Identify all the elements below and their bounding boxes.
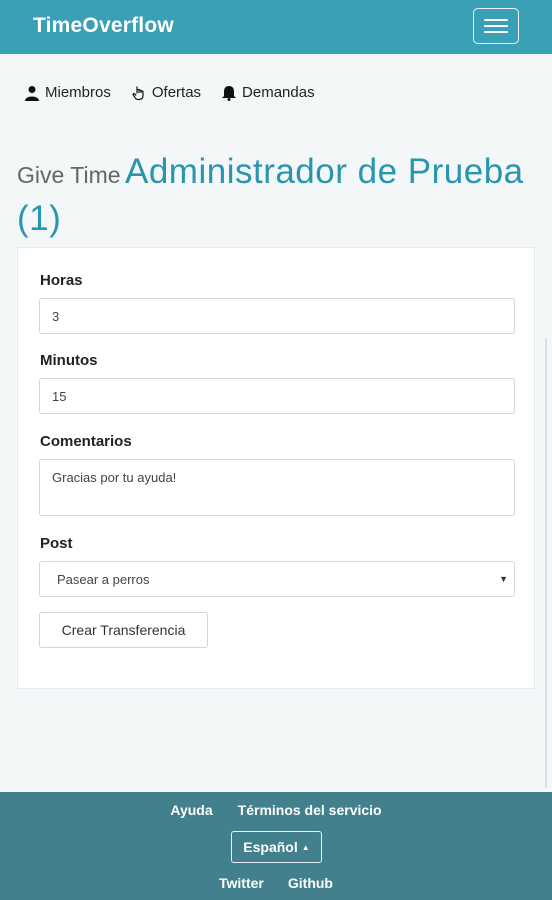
create-transfer-button[interactable]: Crear Transferencia — [39, 612, 208, 648]
page-title-prefix: Give Time — [17, 162, 121, 188]
twitter-link[interactable]: Twitter — [219, 875, 264, 891]
footer-links: Ayuda Términos del servicio — [0, 802, 552, 818]
hours-input[interactable]: 3 — [39, 298, 515, 334]
comments-textarea[interactable]: Gracias por tu ayuda! — [39, 459, 515, 516]
comments-label: Comentarios — [40, 433, 132, 450]
footer-social-links: Twitter Github — [0, 875, 552, 891]
nav-offers-link[interactable]: Ofertas — [131, 84, 201, 101]
brand-logo[interactable]: TimeOverflow — [33, 14, 174, 38]
select-arrow-icon: ▼ — [499, 574, 508, 584]
nav-members-label: Miembros — [45, 84, 111, 101]
nav-demands-label: Demandas — [242, 84, 315, 101]
footer: Ayuda Términos del servicio Español ▲ Tw… — [0, 792, 552, 900]
nav-members-link[interactable]: Miembros — [24, 84, 111, 101]
top-navbar: TimeOverflow — [0, 0, 552, 54]
post-label: Post — [40, 535, 73, 552]
github-link[interactable]: Github — [288, 875, 333, 891]
language-dropdown-button[interactable]: Español ▲ — [231, 831, 322, 863]
language-label: Español — [243, 839, 298, 855]
hours-label: Horas — [40, 272, 83, 289]
hamburger-menu-icon[interactable] — [473, 8, 519, 44]
section-nav: Miembros Ofertas Demandas — [24, 84, 315, 101]
help-link[interactable]: Ayuda — [170, 802, 212, 818]
hours-value: 3 — [52, 308, 60, 324]
minutes-input[interactable]: 15 — [39, 378, 515, 414]
minutes-label: Minutos — [40, 352, 98, 369]
bell-icon — [222, 85, 237, 101]
terms-link[interactable]: Términos del servicio — [238, 802, 382, 818]
post-selected-value: Pasear a perros — [57, 571, 150, 587]
nav-demands-link[interactable]: Demandas — [221, 84, 315, 101]
hand-pointer-icon — [132, 86, 144, 100]
caret-up-icon: ▲ — [301, 842, 310, 852]
nav-offers-label: Ofertas — [151, 84, 202, 101]
comments-value: Gracias por tu ayuda! — [52, 470, 177, 485]
transfer-form: Horas 3 Minutos 15 Comentarios Gracias p… — [17, 247, 535, 689]
post-select[interactable]: Pasear a perros ▼ — [39, 561, 515, 597]
minutes-value: 15 — [52, 388, 67, 404]
user-icon — [25, 85, 39, 101]
page-title: Give Time Administrador de Prueba (1) — [17, 152, 532, 246]
scrollbar[interactable] — [545, 338, 547, 788]
